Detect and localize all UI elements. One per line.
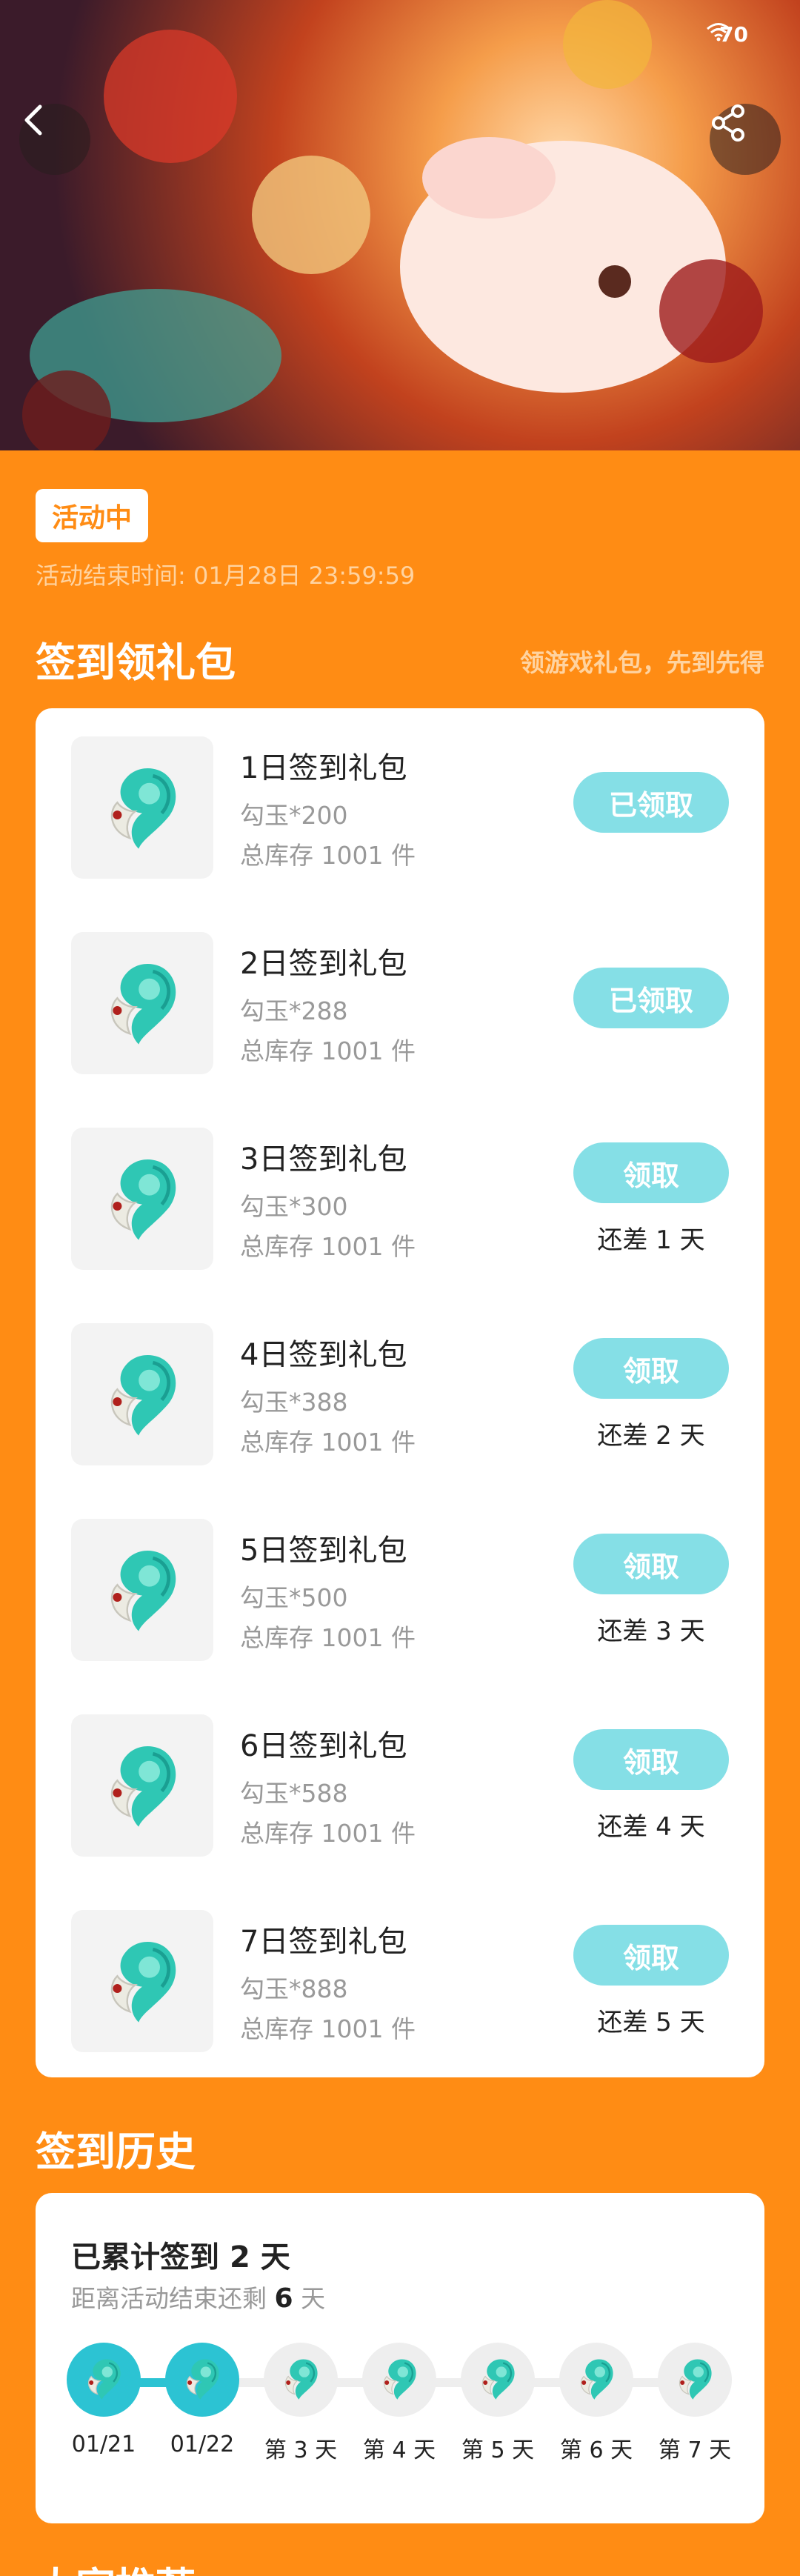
total-signin-prefix: 已累计签到 [71,2240,219,2274]
total-signin-days: 2 天 [229,2240,290,2274]
gift-thumbnail [71,1714,213,1857]
signin-day-node [264,2343,338,2417]
gift-row: 4日签到礼包 勾玉*388 总库存 1001 件 领取 还差 2 天 [36,1320,764,1468]
banner-illustration [22,0,763,450]
magatama-icon [476,2356,520,2403]
magatama-icon [673,2356,717,2403]
magatama-icon [98,762,187,853]
event-banner: 70 [0,0,800,450]
gift-row: 3日签到礼包 勾玉*300 总库存 1001 件 领取 还差 1 天 [36,1125,764,1273]
signin-day-node [362,2343,436,2417]
signin-day-node [559,2343,633,2417]
gift-content: 勾玉*388 [240,1388,348,1417]
gift-content: 勾玉*500 [240,1583,348,1612]
claimed-button[interactable]: 已领取 [573,968,729,1028]
gift-thumbnail [71,932,213,1074]
signin-section-subtitle: 领游戏礼包，先到先得 [520,648,764,677]
gift-content: 勾玉*888 [240,1974,348,2003]
gift-row: 1日签到礼包 勾玉*200 总库存 1001 件 已领取 [36,733,764,882]
gift-stock: 总库存 1001 件 [240,1232,416,1261]
activity-status-badge: 活动中 [36,489,149,542]
claim-button[interactable]: 领取 [573,1729,729,1790]
gift-row: 2日签到礼包 勾玉*288 总库存 1001 件 已领取 [36,929,764,1077]
days-left: 距离活动结束还剩 6 天 [71,2279,325,2314]
gift-content: 勾玉*200 [240,801,348,830]
signin-track: 01/21 01/22 第 3 天 第 4 天 第 5 天 第 6 天 第 7 … [36,2335,764,2469]
claim-button[interactable]: 领取 [573,1925,729,1986]
history-card: 已累计签到 2 天 距离活动结束还剩 6 天 01/21 01/22 第 3 天… [36,2193,764,2523]
claim-button[interactable]: 领取 [573,1338,729,1399]
gift-stock: 总库存 1001 件 [240,841,416,870]
gift-thumbnail [71,736,213,879]
magatama-icon [98,1544,187,1636]
days-left-value: 6 [274,2283,293,2314]
history-section-title: 签到历史 [36,2129,196,2175]
gift-row: 6日签到礼包 勾玉*588 总库存 1001 件 领取 还差 4 天 [36,1711,764,1860]
status-bar: 70 [706,22,748,47]
days-left-prefix: 距离活动结束还剩 [71,2284,267,2313]
signin-day-label: 第 4 天 [362,2437,436,2463]
gift-list-card: 1日签到礼包 勾玉*200 总库存 1001 件 已领取 2日签到礼包 勾玉*2… [36,708,764,2077]
magatama-icon [98,1740,187,1831]
recommend-section-title: 大家推荐 [36,2555,196,2576]
gift-stock: 总库存 1001 件 [240,1428,416,1457]
magatama-icon [180,2356,224,2403]
gift-thumbnail [71,1128,213,1270]
magatama-icon [377,2356,421,2403]
signin-day-node [461,2343,535,2417]
signin-day-label: 第 5 天 [461,2437,535,2463]
gift-stock: 总库存 1001 件 [240,2014,416,2043]
claim-button[interactable]: 领取 [573,1534,729,1594]
gift-name: 1日签到礼包 [240,751,407,785]
signin-day-label: 第 6 天 [559,2437,633,2463]
gift-row: 5日签到礼包 勾玉*500 总库存 1001 件 领取 还差 3 天 [36,1516,764,1664]
gift-thumbnail [71,1323,213,1465]
signin-day-node [67,2343,141,2417]
magatama-icon [98,1153,187,1245]
gift-stock: 总库存 1001 件 [240,1623,416,1652]
days-remaining: 还差 1 天 [597,1225,705,1255]
days-remaining: 还差 4 天 [597,1812,705,1842]
gift-name: 4日签到礼包 [240,1338,407,1372]
days-left-suffix: 天 [301,2284,326,2313]
activity-end-time: 活动结束时间: 01月28日 23:59:59 [36,562,416,590]
magatama-icon [279,2356,323,2403]
share-button[interactable] [710,104,781,175]
gift-row: 7日签到礼包 勾玉*888 总库存 1001 件 领取 还差 5 天 [36,1907,764,2055]
magatama-icon [574,2356,619,2403]
days-remaining: 还差 5 天 [597,2008,705,2037]
gift-name: 2日签到礼包 [240,947,407,981]
signin-day-node [658,2343,732,2417]
gift-name: 7日签到礼包 [240,1925,407,1959]
magatama-icon [81,2356,126,2403]
gift-stock: 总库存 1001 件 [240,1036,416,1065]
gift-stock: 总库存 1001 件 [240,1819,416,1848]
gift-thumbnail [71,1910,213,2052]
gift-name: 6日签到礼包 [240,1729,407,1763]
magatama-icon [98,1348,187,1440]
gift-content: 勾玉*588 [240,1779,348,1808]
claim-button[interactable]: 领取 [573,1142,729,1203]
gift-content: 勾玉*300 [240,1192,348,1221]
signin-day-label: 01/22 [170,2432,235,2457]
signin-day-label: 第 7 天 [658,2437,732,2463]
days-remaining: 还差 3 天 [597,1617,705,1646]
gift-thumbnail [71,1519,213,1661]
magatama-icon [98,1935,187,2027]
gift-name: 5日签到礼包 [240,1534,407,1568]
total-signin: 已累计签到 2 天 [71,2233,290,2276]
claimed-button[interactable]: 已领取 [573,772,729,833]
signin-day-label: 第 3 天 [264,2437,338,2463]
signin-day-label: 01/21 [71,2432,136,2457]
signin-day-node [165,2343,239,2417]
magatama-icon [98,957,187,1049]
days-remaining: 还差 2 天 [597,1421,705,1451]
signin-section-title: 签到领礼包 [36,639,236,686]
back-button[interactable] [19,104,90,175]
gift-content: 勾玉*288 [240,996,348,1025]
gift-name: 3日签到礼包 [240,1142,407,1176]
